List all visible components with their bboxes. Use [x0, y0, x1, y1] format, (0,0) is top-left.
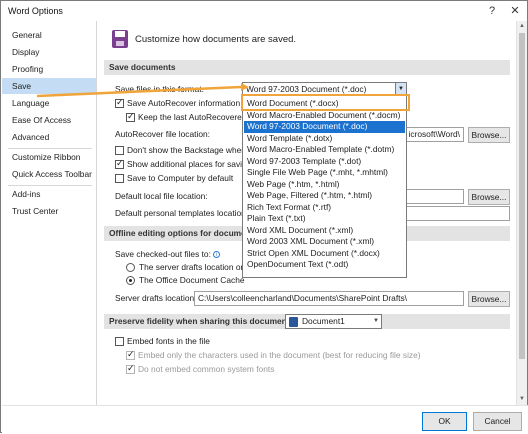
- window-title: Word Options: [8, 6, 63, 16]
- embed-only-used-characters-checkbox[interactable]: [126, 349, 135, 360]
- save-to-computer-checkbox[interactable]: [115, 174, 124, 183]
- autorecover-label: Save AutoRecover information ev: [127, 98, 252, 108]
- title-bar: Word Options ? ✕: [1, 1, 527, 21]
- autorecover-checkbox[interactable]: [115, 97, 124, 108]
- sidebar-item-language[interactable]: Language: [2, 95, 96, 111]
- format-option-doc[interactable]: Word 97-2003 Document (*.doc): [244, 121, 405, 133]
- sidebar: General Display Proofing Save Language E…: [2, 21, 97, 405]
- format-option-dotm[interactable]: Word Macro-Enabled Template (*.dotm): [244, 144, 405, 156]
- sidebar-item-trust-center[interactable]: Trust Center: [2, 203, 96, 219]
- format-option-xml-2003[interactable]: Word 2003 XML Document (*.xml): [244, 236, 405, 248]
- scroll-up-arrow-icon[interactable]: ▲: [517, 21, 527, 31]
- sidebar-item-ease-of-access[interactable]: Ease Of Access: [2, 112, 96, 128]
- embed-only-used-characters-label: Embed only the characters used in the do…: [138, 350, 421, 360]
- format-option-htm-filtered[interactable]: Web Page, Filtered (*.htm, *.html): [244, 190, 405, 202]
- highlight-box: [241, 94, 410, 111]
- keep-last-autorecovered-label: Keep the last AutoRecovered v: [138, 112, 253, 122]
- browse-default-local-button[interactable]: Browse...: [468, 189, 510, 205]
- dialog-footer: OK Cancel: [2, 405, 528, 433]
- format-option-odt[interactable]: OpenDocument Text (*.odt): [244, 259, 405, 271]
- save-to-computer-label: Save to Computer by default: [127, 173, 234, 183]
- do-not-embed-system-fonts-label: Do not embed common system fonts: [138, 364, 275, 374]
- save-floppy-icon: [112, 30, 128, 48]
- save-format-dropdown-list: Word Document (*.docx) Word Macro-Enable…: [242, 94, 407, 278]
- dont-show-backstage-label: Don't show the Backstage when op: [127, 145, 258, 155]
- scroll-down-arrow-icon[interactable]: ▼: [517, 394, 527, 404]
- default-templates-location-label: Default personal templates location:: [115, 208, 249, 218]
- show-additional-places-checkbox[interactable]: [115, 158, 124, 169]
- page-heading: Customize how documents are saved.: [135, 34, 297, 45]
- save-format-value: Word 97-2003 Document (*.doc): [246, 84, 367, 94]
- section-save-documents: Save documents: [104, 60, 510, 75]
- info-icon: i: [212, 251, 220, 258]
- server-drafts-radio-label: The server drafts location on th: [139, 262, 255, 272]
- word-document-icon: [289, 317, 298, 327]
- embed-fonts-checkbox[interactable]: [115, 337, 124, 346]
- cancel-button[interactable]: Cancel: [473, 412, 522, 431]
- save-format-label: Save files in this format:: [115, 84, 204, 94]
- vertical-scrollbar[interactable]: ▲ ▼: [516, 21, 527, 405]
- keep-last-autorecovered-checkbox[interactable]: [126, 111, 135, 122]
- format-option-mht[interactable]: Single File Web Page (*.mht, *.mhtml): [244, 167, 405, 179]
- do-not-embed-system-fonts-checkbox[interactable]: [126, 363, 135, 374]
- browse-server-drafts-button[interactable]: Browse...: [468, 291, 510, 307]
- format-option-rtf[interactable]: Rich Text Format (*.rtf): [244, 202, 405, 214]
- sidebar-item-quick-access-toolbar[interactable]: Quick Access Toolbar: [2, 166, 96, 182]
- sidebar-item-add-ins[interactable]: Add-ins: [2, 186, 96, 202]
- server-drafts-radio[interactable]: [126, 263, 135, 272]
- office-document-cache-label: The Office Document Cache: [139, 275, 245, 285]
- format-option-strict-docx[interactable]: Strict Open XML Document (*.docx): [244, 248, 405, 260]
- dont-show-backstage-checkbox[interactable]: [115, 146, 124, 155]
- format-option-xml[interactable]: Word XML Document (*.xml): [244, 225, 405, 237]
- office-document-cache-radio[interactable]: [126, 276, 135, 285]
- fidelity-document-select[interactable]: Document1 ▼: [285, 314, 382, 329]
- ok-button[interactable]: OK: [422, 412, 467, 431]
- default-templates-location-input[interactable]: [403, 206, 510, 221]
- sidebar-item-proofing[interactable]: Proofing: [2, 61, 96, 77]
- autorecover-location-value: icrosoft\Word\: [408, 129, 460, 139]
- show-additional-places-label: Show additional places for saving,: [127, 159, 254, 169]
- sidebar-item-general[interactable]: General: [2, 27, 96, 43]
- format-option-dotx[interactable]: Word Template (*.dotx): [244, 133, 405, 145]
- browse-autorecover-button[interactable]: Browse...: [468, 127, 510, 143]
- format-option-txt[interactable]: Plain Text (*.txt): [244, 213, 405, 225]
- word-options-dialog: Word Options ? ✕ General Display Proofin…: [0, 0, 528, 433]
- sidebar-item-save[interactable]: Save: [2, 78, 96, 94]
- default-local-location-label: Default local file location:: [115, 191, 208, 201]
- autorecover-location-label: AutoRecover file location:: [115, 129, 210, 139]
- server-drafts-location-label: Server drafts location:: [115, 293, 197, 303]
- close-button[interactable]: ✕: [506, 3, 524, 19]
- sidebar-item-advanced[interactable]: Advanced: [2, 129, 96, 145]
- help-button[interactable]: ?: [483, 3, 501, 19]
- server-drafts-location-value: C:\Users\colleencharland\Documents\Share…: [198, 293, 408, 303]
- sidebar-item-display[interactable]: Display: [2, 44, 96, 60]
- default-local-location-input[interactable]: [403, 189, 464, 204]
- format-option-dot[interactable]: Word 97-2003 Template (*.dot): [244, 156, 405, 168]
- scrollbar-thumb[interactable]: [519, 33, 525, 359]
- embed-fonts-label: Embed fonts in the file: [127, 336, 210, 346]
- chevron-down-icon[interactable]: ▼: [373, 315, 379, 327]
- checked-out-label: Save checked-out files to: i: [115, 249, 220, 260]
- sidebar-item-customize-ribbon[interactable]: Customize Ribbon: [2, 149, 96, 165]
- server-drafts-location-input[interactable]: C:\Users\colleencharland\Documents\Share…: [194, 291, 464, 306]
- format-option-htm[interactable]: Web Page (*.htm, *.html): [244, 179, 405, 191]
- format-option-docm[interactable]: Word Macro-Enabled Document (*.docm): [244, 110, 405, 122]
